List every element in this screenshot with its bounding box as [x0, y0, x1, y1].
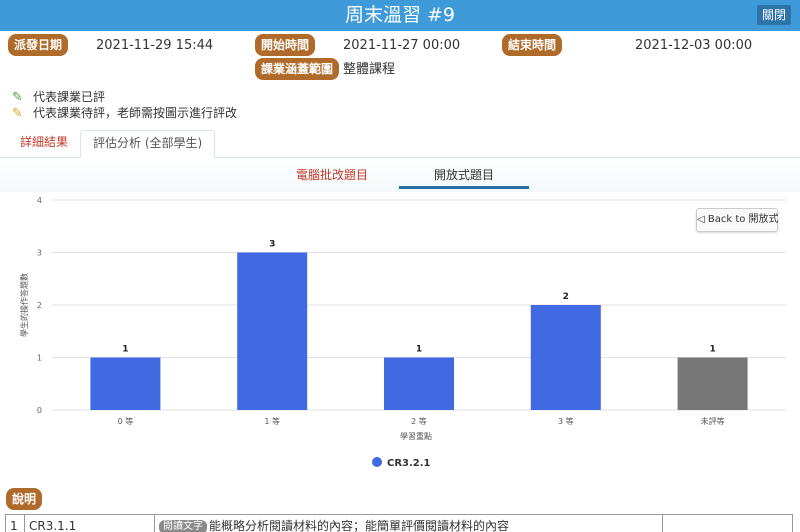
end-time-label: 結束時間 [502, 34, 563, 56]
y-tick-label: 1 [37, 354, 42, 363]
active-tab-indicator [399, 186, 529, 189]
bar-value-label: 1 [709, 345, 715, 355]
bar-value-label: 1 [122, 345, 128, 355]
row-extra [663, 515, 792, 532]
y-tick-label: 2 [37, 301, 42, 310]
x-axis-label: 學習重點 [400, 431, 432, 441]
start-time-value: 2021-11-27 00:00 [343, 38, 461, 53]
legend-label: CR3.2.1 [387, 458, 431, 469]
dispatch-date-value: 2021-11-29 15:44 [96, 38, 214, 53]
bar-value-label: 2 [563, 292, 569, 302]
tab-auto-graded[interactable]: 電腦批改題目 [296, 166, 368, 183]
scope-label: 課業涵蓋範圍 [255, 58, 340, 80]
bar-value-label: 1 [416, 345, 422, 355]
end-time-value: 2021-12-03 00:00 [635, 38, 753, 53]
chart-svg: 0 1 2 3 4 學生的操作答題數 1 0 等 3 1 等 1 2 等 2 3 等 1 未評等學習重點 CR3… [19, 196, 786, 469]
question-type-tabs: 電腦批改題目 開放式題目 [0, 158, 800, 192]
start-time-label: 開始時間 [255, 34, 316, 56]
legend-graded: ✎ 代表課業已評 [12, 90, 105, 105]
x-tick-label: 3 等 [558, 416, 574, 426]
x-tick-label: 2 等 [411, 416, 427, 426]
row-number: 1 [6, 515, 25, 532]
legend-graded-text: 代表課業已評 [33, 90, 106, 104]
y-axis-label: 學生的操作答題數 [19, 273, 29, 337]
explain-label: 說明 [6, 488, 43, 510]
bar [530, 305, 601, 410]
x-tick-label: 0 等 [118, 416, 134, 426]
main-tabs: 詳細結果 評估分析 (全部學生) [0, 124, 800, 158]
legend-pending-text: 代表課業待評，老師需按圖示進行評改 [33, 106, 238, 120]
title-bar: 周末溫習 #9 關閉 [0, 0, 800, 31]
x-tick-label: 1 等 [264, 416, 280, 426]
bar [384, 357, 454, 410]
tab-analysis[interactable]: 評估分析 (全部學生) [80, 130, 216, 158]
edit-pending-icon: ✎ [12, 106, 23, 121]
legend-pending: ✎ 代表課業待評，老師需按圖示進行評改 [12, 106, 237, 121]
back-button[interactable]: ◁ Back to 開放式 [696, 208, 779, 232]
y-tick-label: 0 [37, 406, 42, 415]
y-tick-label: 3 [37, 249, 42, 258]
bar-chart: 0 1 2 3 4 學生的操作答題數 1 0 等 3 1 等 1 2 等 2 3 等 1 未評等學習重點 CR3… [0, 192, 800, 482]
dispatch-date-label: 派發日期 [8, 34, 69, 56]
row-text: 能概略分析閱讀材料的內容；能簡單評價閱讀材料的內容 [209, 519, 510, 532]
category-tag: 閱讀文字 [159, 520, 207, 532]
row-code: CR3.1.1 [25, 515, 155, 532]
scope-value: 整體課程 [343, 62, 396, 77]
bar [90, 357, 161, 410]
table-row: 1 CR3.1.1 閱讀文字 能概略分析閱讀材料的內容；能簡單評價閱讀材料的內容 [5, 514, 793, 532]
close-button[interactable]: 關閉 [757, 5, 791, 25]
row-description: 閱讀文字 能概略分析閱讀材料的內容；能簡單評價閱讀材料的內容 [155, 515, 663, 532]
y-tick-label: 4 [37, 196, 42, 205]
bar [237, 252, 308, 410]
window-title: 周末溫習 #9 [344, 4, 456, 26]
bar [677, 357, 748, 410]
x-tick-label: 未評等 [701, 416, 725, 426]
edit-check-icon: ✎ [12, 90, 23, 105]
tab-open-ended[interactable]: 開放式題目 [434, 166, 494, 183]
legend-marker [372, 457, 382, 467]
tab-details[interactable]: 詳細結果 [8, 130, 80, 158]
bar-value-label: 3 [269, 240, 275, 250]
